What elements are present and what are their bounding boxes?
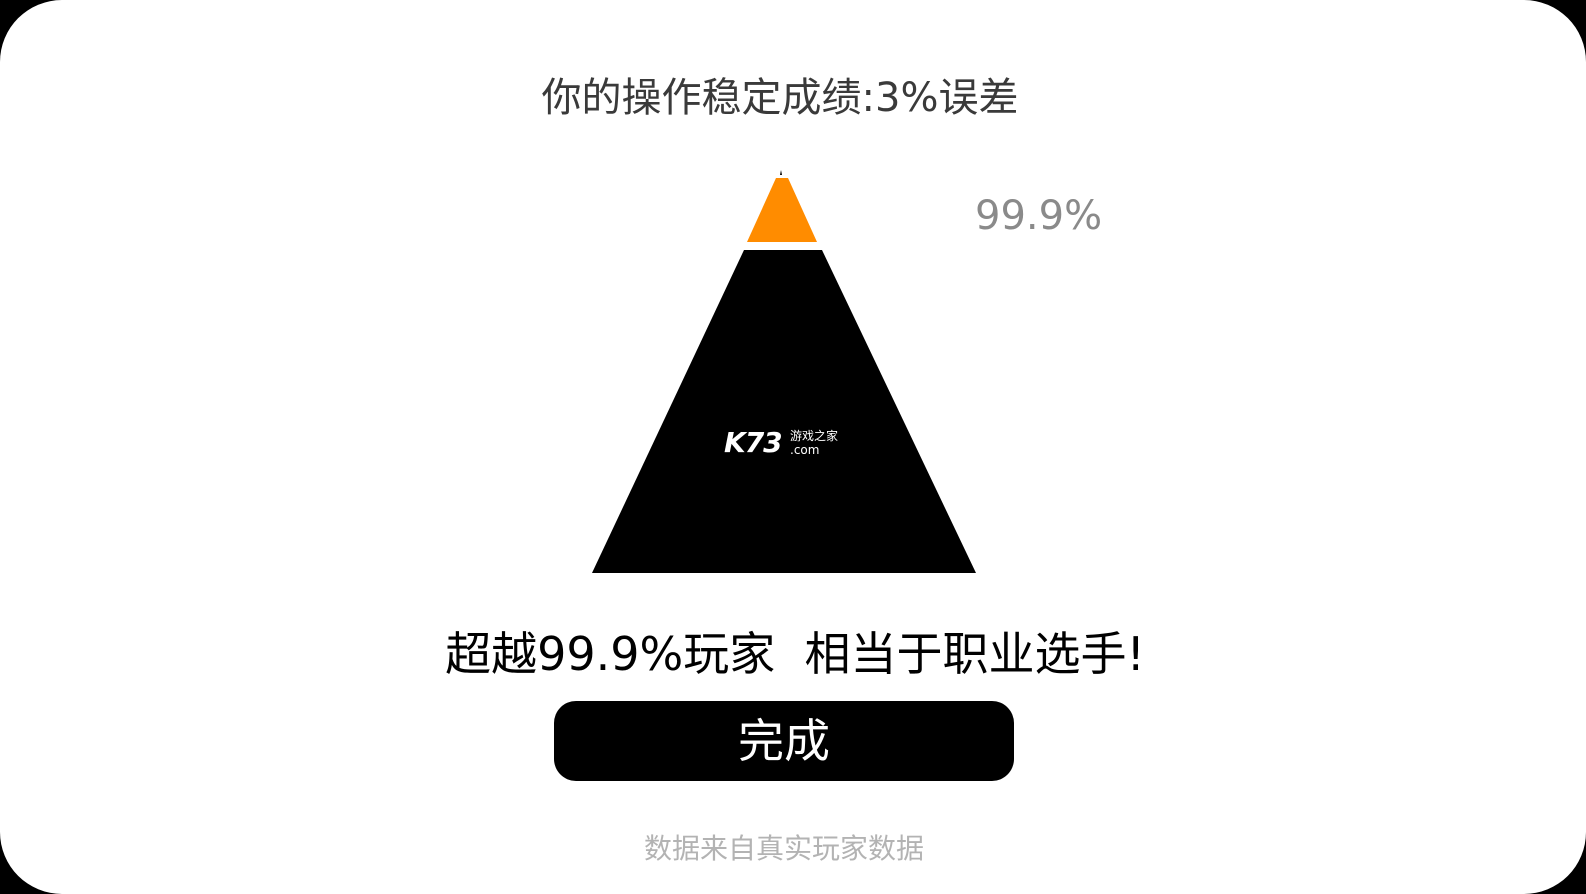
- pyramid-peak-tip: [780, 170, 782, 175]
- result-screen: 你的操作稳定成绩:3%误差 99.9% K73 游戏之家 .com 超越99.9…: [0, 0, 1586, 894]
- done-button[interactable]: 完成: [554, 701, 1014, 781]
- result-message: 超越99.9%玩家 相当于职业选手!: [445, 627, 1145, 681]
- watermark-k73-text: K73: [724, 426, 783, 459]
- watermark-domain-text: .com: [790, 443, 820, 457]
- pyramid-top-segment: [747, 178, 817, 242]
- k73-watermark-logo: K73 游戏之家 .com: [724, 425, 864, 465]
- percentile-label: 99.9%: [975, 193, 1103, 239]
- pyramid-base-segment: [592, 250, 976, 573]
- data-source-note: 数据来自真实玩家数据: [643, 832, 924, 865]
